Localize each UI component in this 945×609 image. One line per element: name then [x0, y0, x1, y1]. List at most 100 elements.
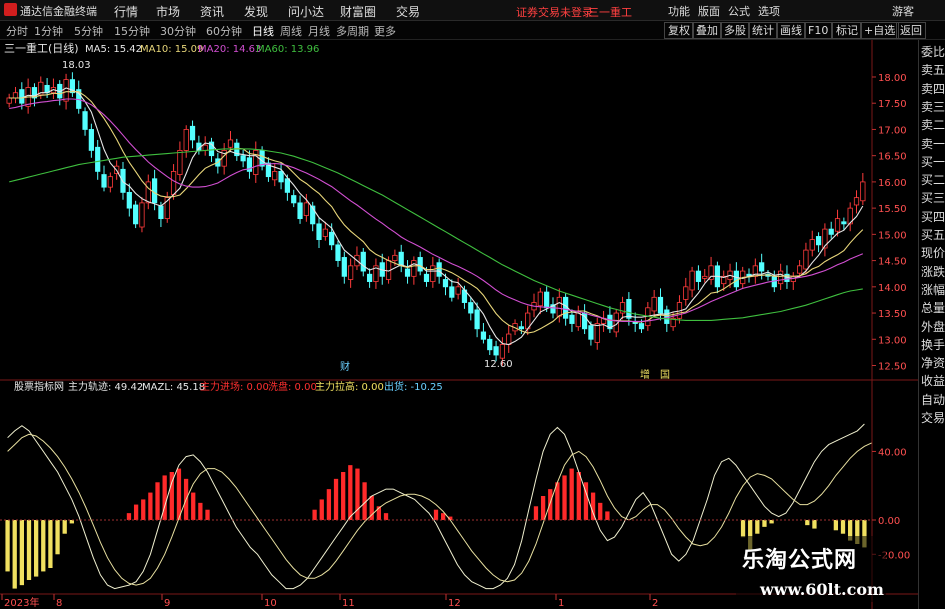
tab-more[interactable]: 更多 [374, 23, 396, 39]
candle-body [278, 171, 284, 183]
candle-body [272, 171, 278, 181]
menu-banmian[interactable]: 版面 [698, 3, 720, 19]
side-panel-item[interactable]: 卖五 [921, 64, 945, 76]
indicator-bar [840, 520, 846, 534]
candle-body [537, 291, 543, 307]
tab-fenshi[interactable]: 分时 [6, 23, 28, 39]
candle-body [335, 244, 341, 261]
side-panel-item[interactable]: 涨跌 [921, 266, 945, 278]
candlesticks [6, 72, 866, 366]
indicator-bar [333, 478, 339, 520]
date-tick-label: 12 [448, 598, 461, 609]
side-panel-item[interactable]: 买五 [921, 229, 945, 241]
candle-body [778, 270, 784, 285]
menu-caifuquan[interactable]: 财富圈 [340, 3, 376, 20]
event-marker-cai[interactable]: 财 [340, 360, 350, 373]
tab-5min[interactable]: 5分钟 [74, 23, 103, 39]
indicator-name: 股票指标网 [14, 380, 64, 393]
price-tick-label: 15.50 [878, 204, 907, 215]
draw-line-button[interactable]: 画线 [776, 22, 806, 39]
stats-button[interactable]: 统计 [748, 22, 778, 39]
price-tick-label: 17.00 [878, 125, 907, 136]
side-panel-item[interactable]: 外盘 [921, 321, 945, 333]
menu-wenxiaoda[interactable]: 问小达 [288, 3, 324, 20]
menu-jiaoyi[interactable]: 交易 [396, 3, 420, 20]
candle-body [468, 302, 474, 314]
candle-body [493, 346, 499, 356]
indicator-bar [176, 468, 182, 520]
candle-body [284, 178, 291, 193]
overlay-button[interactable]: 叠加 [692, 22, 722, 39]
candle-body [657, 296, 664, 314]
event-marker-guo[interactable]: 国 [660, 369, 670, 381]
candle-body [202, 144, 208, 151]
side-panel-item[interactable]: 现价 [921, 247, 945, 259]
tab-60min[interactable]: 60分钟 [206, 23, 242, 39]
legend-zhuli-jinchang: 主力进场: 0.00 [200, 380, 269, 393]
back-button[interactable]: 返回 [896, 22, 926, 39]
legend-zhuli-guiji: 主力轨迹: 49.42 [68, 380, 143, 393]
candle-body [841, 221, 847, 225]
event-marker-zeng[interactable]: 增 [640, 368, 650, 381]
side-panel-item[interactable]: 买二 [921, 174, 945, 186]
side-panel-item[interactable]: 买三 [921, 192, 945, 204]
side-panel-item[interactable]: 交易 [921, 412, 945, 424]
guest-link[interactable]: 游客 [892, 3, 914, 19]
indicator-bar [440, 513, 446, 520]
mark-button[interactable]: 标记 [832, 22, 862, 39]
side-panel-item[interactable]: 自动 [921, 394, 945, 406]
candle-body [853, 197, 860, 206]
candle-body [366, 273, 373, 282]
tab-15min[interactable]: 15分钟 [114, 23, 150, 39]
candle-body [487, 338, 493, 351]
side-panel-item[interactable]: 总量 [921, 302, 945, 314]
multi-stock-button[interactable]: 多股 [720, 22, 750, 39]
candle-body [177, 150, 183, 175]
side-panel-item[interactable]: 买四 [921, 211, 945, 223]
side-panel-item[interactable]: 换手 [921, 339, 945, 351]
candle-body [303, 202, 309, 216]
login-notice[interactable]: 证券交易未登录 [516, 4, 593, 20]
candle-body [442, 279, 449, 288]
indicator-bar [5, 520, 10, 572]
candle-body [689, 270, 695, 291]
side-panel-item[interactable]: 委比 [921, 46, 945, 58]
candle-body [189, 125, 196, 141]
price-tick-label: 16.50 [878, 152, 907, 163]
menu-hangqing[interactable]: 行情 [114, 3, 138, 20]
fuquan-button[interactable]: 复权 [664, 22, 694, 39]
menu-zixun[interactable]: 资讯 [200, 3, 224, 20]
side-panel-item[interactable]: 卖二 [921, 119, 945, 131]
side-panel-item[interactable]: 买一 [921, 156, 945, 168]
tab-weekly[interactable]: 周线 [280, 23, 302, 39]
candle-body [170, 171, 177, 195]
indicator-bar [548, 489, 553, 520]
candle-body [423, 273, 430, 282]
menu-faxian[interactable]: 发现 [244, 3, 268, 20]
menu-gongneng[interactable]: 功能 [668, 3, 690, 19]
f10-button[interactable]: F10 [804, 22, 833, 39]
menu-xuanxiang[interactable]: 选项 [758, 3, 780, 19]
stock-chart[interactable]: 18.00 17.50 17.00 16.50 16.00 15.50 15.00 14.50… [0, 40, 918, 609]
side-panel-item[interactable]: 涨幅 [921, 284, 945, 296]
date-tick-label: 10 [264, 598, 277, 609]
side-panel-item[interactable]: 卖四 [921, 83, 945, 95]
side-panel-item[interactable]: 净资 [921, 357, 945, 369]
add-favorite-button[interactable]: +自选 [860, 22, 900, 39]
candle-body [6, 97, 12, 104]
candle-body [316, 223, 322, 241]
candle-body [455, 286, 461, 295]
side-panel-item[interactable]: 收益 [921, 375, 945, 387]
tab-30min[interactable]: 30分钟 [160, 23, 196, 39]
tab-daily[interactable]: 日线 [252, 23, 274, 39]
indicator-bar [769, 520, 774, 524]
tab-monthly[interactable]: 月线 [308, 23, 330, 39]
candle-body [651, 296, 657, 312]
tab-multi-period[interactable]: 多周期 [336, 23, 369, 39]
candle-body [860, 181, 866, 202]
side-panel-item[interactable]: 卖一 [921, 138, 945, 150]
menu-gongshi[interactable]: 公式 [728, 3, 750, 19]
tab-1min[interactable]: 1分钟 [34, 23, 63, 39]
side-panel-item[interactable]: 卖三 [921, 101, 945, 113]
menu-shichang[interactable]: 市场 [156, 3, 180, 20]
